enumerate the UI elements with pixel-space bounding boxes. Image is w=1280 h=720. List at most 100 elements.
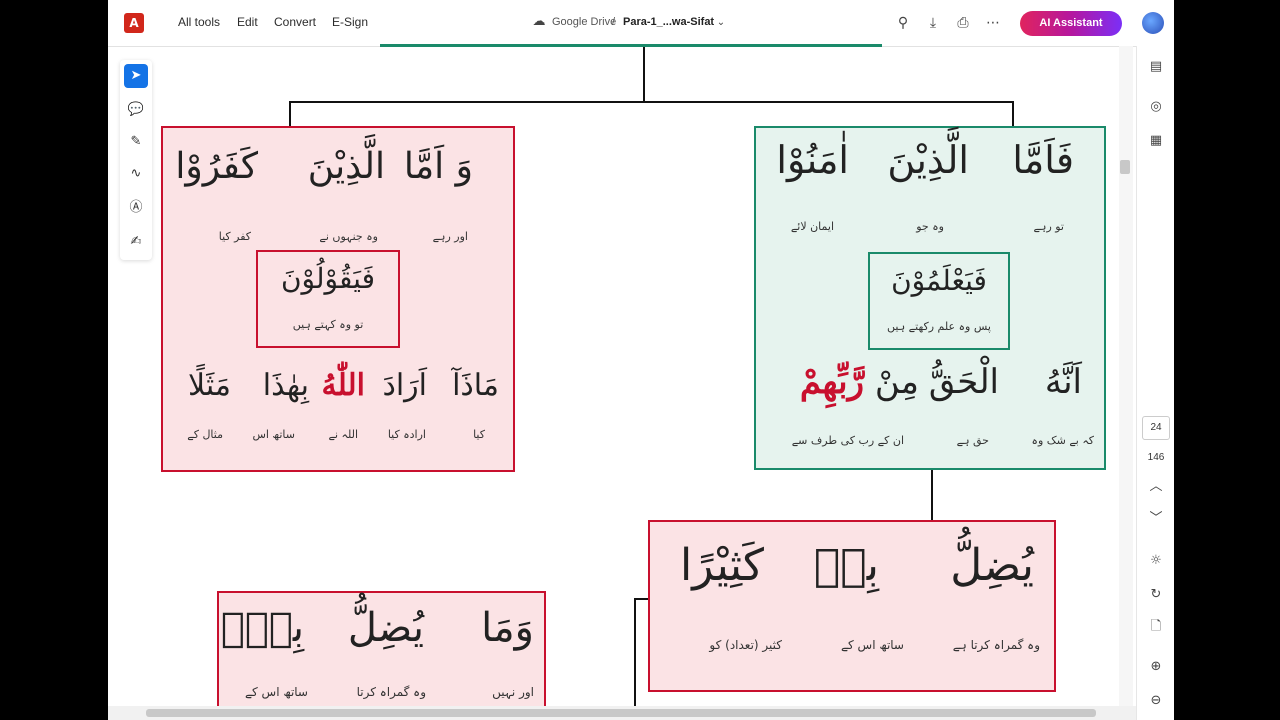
horizontal-scroll-thumb[interactable] [146, 709, 1096, 717]
arabic-word: فَيَقُوْلُوْنَ [280, 262, 376, 295]
urdu-meaning: وہ جو [916, 220, 944, 233]
highlight-pen-icon[interactable]: ✎ [124, 130, 148, 154]
arabic-word: الَّذِيْنَ [307, 146, 385, 187]
connector-line [634, 598, 636, 708]
urdu-meaning: پس وہ علم رکھتے ہیں [887, 320, 991, 333]
misguides-none-box: وَمَا يُضِلُّ بِهٖٓ اور نہیں وہ گمراہ کر… [217, 591, 546, 720]
urdu-meaning: مثال کے [187, 428, 223, 441]
menu-edit[interactable]: Edit [237, 15, 258, 29]
pdf-viewer-window: A All tools Edit Convert E-Sign ☁ Google… [108, 0, 1174, 720]
more-options-icon[interactable]: ⋯ [984, 14, 1002, 32]
connector-line [1012, 101, 1014, 127]
urdu-meaning: کہ بے شک وہ [1031, 434, 1095, 447]
connector-line [289, 101, 291, 127]
ai-assistant-label: AI Assistant [1039, 17, 1103, 29]
vertical-scroll-thumb[interactable] [1120, 160, 1130, 174]
text-box-icon[interactable]: Ⓐ [124, 196, 148, 220]
urdu-meaning: اور نہیں [492, 685, 534, 699]
top-toolbar: A All tools Edit Convert E-Sign ☁ Google… [108, 0, 1174, 47]
urdu-meaning: کفر کیا [218, 230, 251, 243]
urdu-meaning: کثیر (تعداد) کو [709, 638, 782, 652]
page-extract-icon[interactable]: 🗋 [1145, 616, 1167, 638]
arabic-word: فَاَمَّا [1012, 138, 1074, 182]
urdu-meaning: تو وہ کہتے ہیں [292, 318, 364, 331]
user-avatar[interactable] [1142, 12, 1164, 34]
total-pages: 146 [1147, 452, 1165, 463]
disbelievers-box: وَ اَمَّا الَّذِيْنَ كَفَرُوْا اور رہے و… [161, 126, 515, 472]
urdu-meaning: ارادہ کیا [387, 428, 426, 441]
chevron-down-icon[interactable]: ⌄ [712, 14, 730, 32]
misguides-many-box: يُضِلُّ بِهٖ كَثِيْرًا وہ گمراہ کرتا ہے … [648, 520, 1056, 692]
chevron-down-icon[interactable]: ﹀ [1145, 508, 1167, 530]
connector-line [643, 47, 645, 102]
print-icon[interactable]: ⎙ [954, 14, 972, 32]
menu-convert[interactable]: Convert [274, 15, 316, 29]
menu-all-tools[interactable]: All tools [178, 15, 220, 29]
rotate-icon[interactable]: ↻ [1145, 584, 1167, 606]
arabic-word: وَ اَمَّا [403, 146, 473, 187]
menu-e-sign[interactable]: E-Sign [332, 15, 368, 29]
current-page-input[interactable]: 24 [1142, 416, 1170, 440]
arabic-word: اَرَادَ [382, 368, 427, 403]
urdu-meaning: کیا [473, 428, 485, 441]
arabic-word: الْحَقُّ [928, 362, 999, 402]
cloud-icon: ☁ [532, 14, 546, 29]
annotation-toolbar: ➤ 💬 ✎ ∿ Ⓐ ✍ [120, 60, 152, 260]
urdu-meaning: اللہ نے [328, 428, 359, 441]
select-cursor-icon[interactable]: ➤ [124, 64, 148, 88]
arabic-word: كَفَرُوْا [175, 146, 258, 187]
arabic-word: اَنَّهُ [1044, 362, 1082, 402]
zoom-in-icon[interactable]: ⊕ [1145, 656, 1167, 678]
connector-line [634, 598, 648, 600]
arabic-word: بِهٖٓ [220, 605, 304, 651]
file-name[interactable]: Para-1_...wa-Sifat [623, 16, 714, 28]
top-box-edge [380, 44, 882, 47]
arabic-word: اللّٰهُ [321, 368, 366, 403]
urdu-meaning: ساتھ اس کے [841, 638, 904, 652]
acrobat-logo-icon[interactable]: A [124, 13, 144, 33]
breadcrumb-separator: / [612, 16, 616, 28]
comments-panel-icon[interactable]: ◎ [1145, 96, 1167, 118]
urdu-meaning: ساتھ اس کے [245, 685, 308, 699]
arabic-word: مَاذَآ [452, 368, 499, 403]
urdu-meaning: ان کے رب کی طرف سے [791, 434, 904, 447]
zoom-out-icon[interactable]: ⊖ [1145, 690, 1167, 712]
vertical-scrollbar[interactable] [1119, 46, 1133, 706]
urdu-meaning: وہ گمراہ کرتا ہے [952, 638, 1040, 652]
arabic-word: وَمَا [481, 605, 534, 651]
sign-icon[interactable]: ✍ [124, 230, 148, 254]
urdu-meaning: تو رہے [1033, 220, 1064, 233]
connector-line [289, 101, 1014, 103]
search-icon[interactable]: ⚲ [894, 14, 912, 32]
chevron-up-icon[interactable]: ︿ [1145, 476, 1167, 498]
right-sidebar: ▤ ◎ ▦ 24 146 ︿ ﹀ ☼ ↻ 🗋 ⊕ ⊖ [1136, 46, 1174, 720]
inner-box: فَيَقُوْلُوْنَ تو وہ کہتے ہیں [256, 250, 400, 348]
arabic-word: بِهٖ [813, 540, 879, 591]
arabic-word: كَثِيْرًا [679, 540, 764, 591]
breadcrumb-drive[interactable]: Google Drive [552, 16, 616, 28]
arabic-word: رَّبِّهِمْ [799, 362, 864, 402]
draw-freehand-icon[interactable]: ∿ [124, 162, 148, 186]
inner-box: فَيَعْلَمُوْنَ پس وہ علم رکھتے ہیں [868, 252, 1010, 350]
ai-assistant-button[interactable]: AI Assistant [1020, 11, 1122, 36]
download-icon[interactable]: ⤓ [924, 14, 942, 32]
arabic-word: مَثَلًا [187, 368, 231, 403]
arabic-word: يُضِلُّ [347, 605, 424, 651]
arabic-word: فَيَعْلَمُوْنَ [891, 264, 987, 297]
urdu-meaning: ساتھ اس [252, 428, 295, 441]
connector-line [931, 470, 933, 520]
arabic-word: اٰمَنُوْا [776, 138, 849, 182]
arabic-word: مِنْ [874, 362, 919, 402]
urdu-meaning: اور رہے [432, 230, 468, 243]
arabic-word: الَّذِيْنَ [887, 138, 969, 182]
urdu-meaning: حق ہے [956, 434, 989, 447]
arabic-word: يُضِلُّ [950, 540, 1034, 591]
urdu-meaning: وہ گمراہ کرتا [356, 685, 426, 699]
add-comment-icon[interactable]: 💬 [124, 98, 148, 122]
urdu-meaning: وہ جنہوں نے [319, 230, 378, 243]
ai-summary-icon[interactable]: ▤ [1145, 56, 1167, 78]
thumbnails-icon[interactable]: ▦ [1145, 130, 1167, 152]
brightness-icon[interactable]: ☼ [1145, 550, 1167, 572]
urdu-meaning: ایمان لائے [790, 220, 834, 233]
arabic-word: بِهٰذَا [262, 368, 309, 403]
